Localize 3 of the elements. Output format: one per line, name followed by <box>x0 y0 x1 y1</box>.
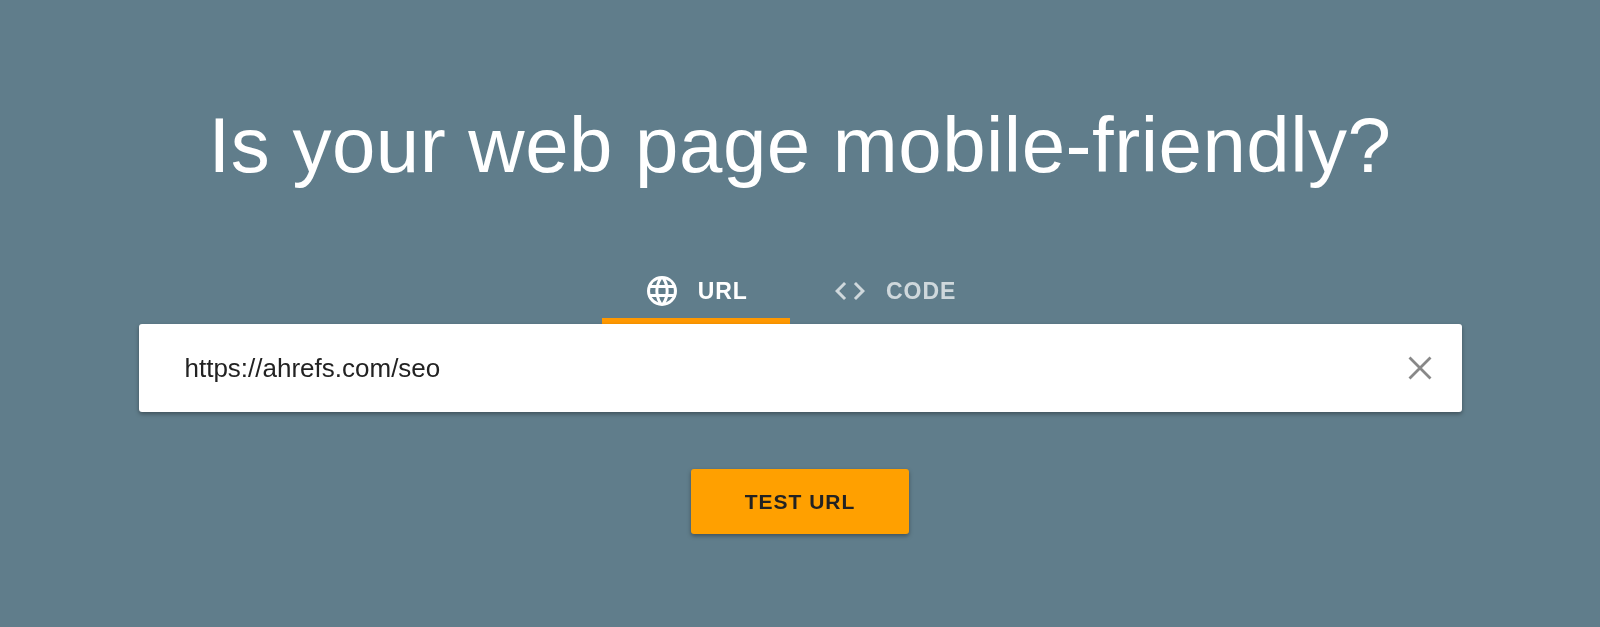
url-input[interactable]: https://ahrefs.com/seo <box>182 351 1406 385</box>
url-field[interactable]: https://ahrefs.com/seo <box>138 324 1462 412</box>
test-url-button[interactable]: TEST URL <box>691 469 909 534</box>
